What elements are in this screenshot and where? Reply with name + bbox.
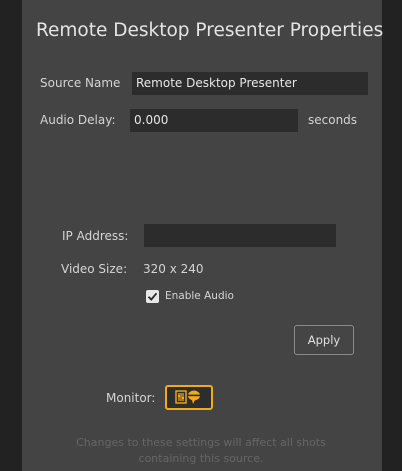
source-name-input[interactable]: Remote Desktop Presenter: [132, 72, 368, 95]
video-size-value: 320 x 240: [143, 262, 204, 276]
monitor-audio-icon: [175, 390, 200, 404]
enable-audio-checkbox[interactable]: [146, 290, 159, 303]
checkmark-icon: [147, 292, 158, 301]
video-size-label: Video Size:: [61, 262, 128, 276]
audio-delay-label: Audio Delay:: [40, 113, 116, 127]
source-name-label: Source Name: [40, 76, 121, 90]
audio-delay-input[interactable]: 0.000: [130, 109, 298, 132]
ip-address-input[interactable]: [144, 224, 336, 247]
ip-address-label: IP Address:: [62, 229, 129, 243]
audio-delay-unit: seconds: [308, 113, 358, 127]
panel-title: Remote Desktop Presenter Properties: [36, 20, 384, 41]
monitor-label: Monitor:: [106, 391, 156, 405]
enable-audio-label: Enable Audio: [165, 290, 234, 302]
footer-note: Changes to these settings will affect al…: [76, 436, 326, 465]
monitor-button[interactable]: [165, 385, 213, 410]
properties-panel: Remote Desktop Presenter Properties Sour…: [22, 0, 384, 471]
apply-button[interactable]: Apply: [294, 325, 354, 355]
